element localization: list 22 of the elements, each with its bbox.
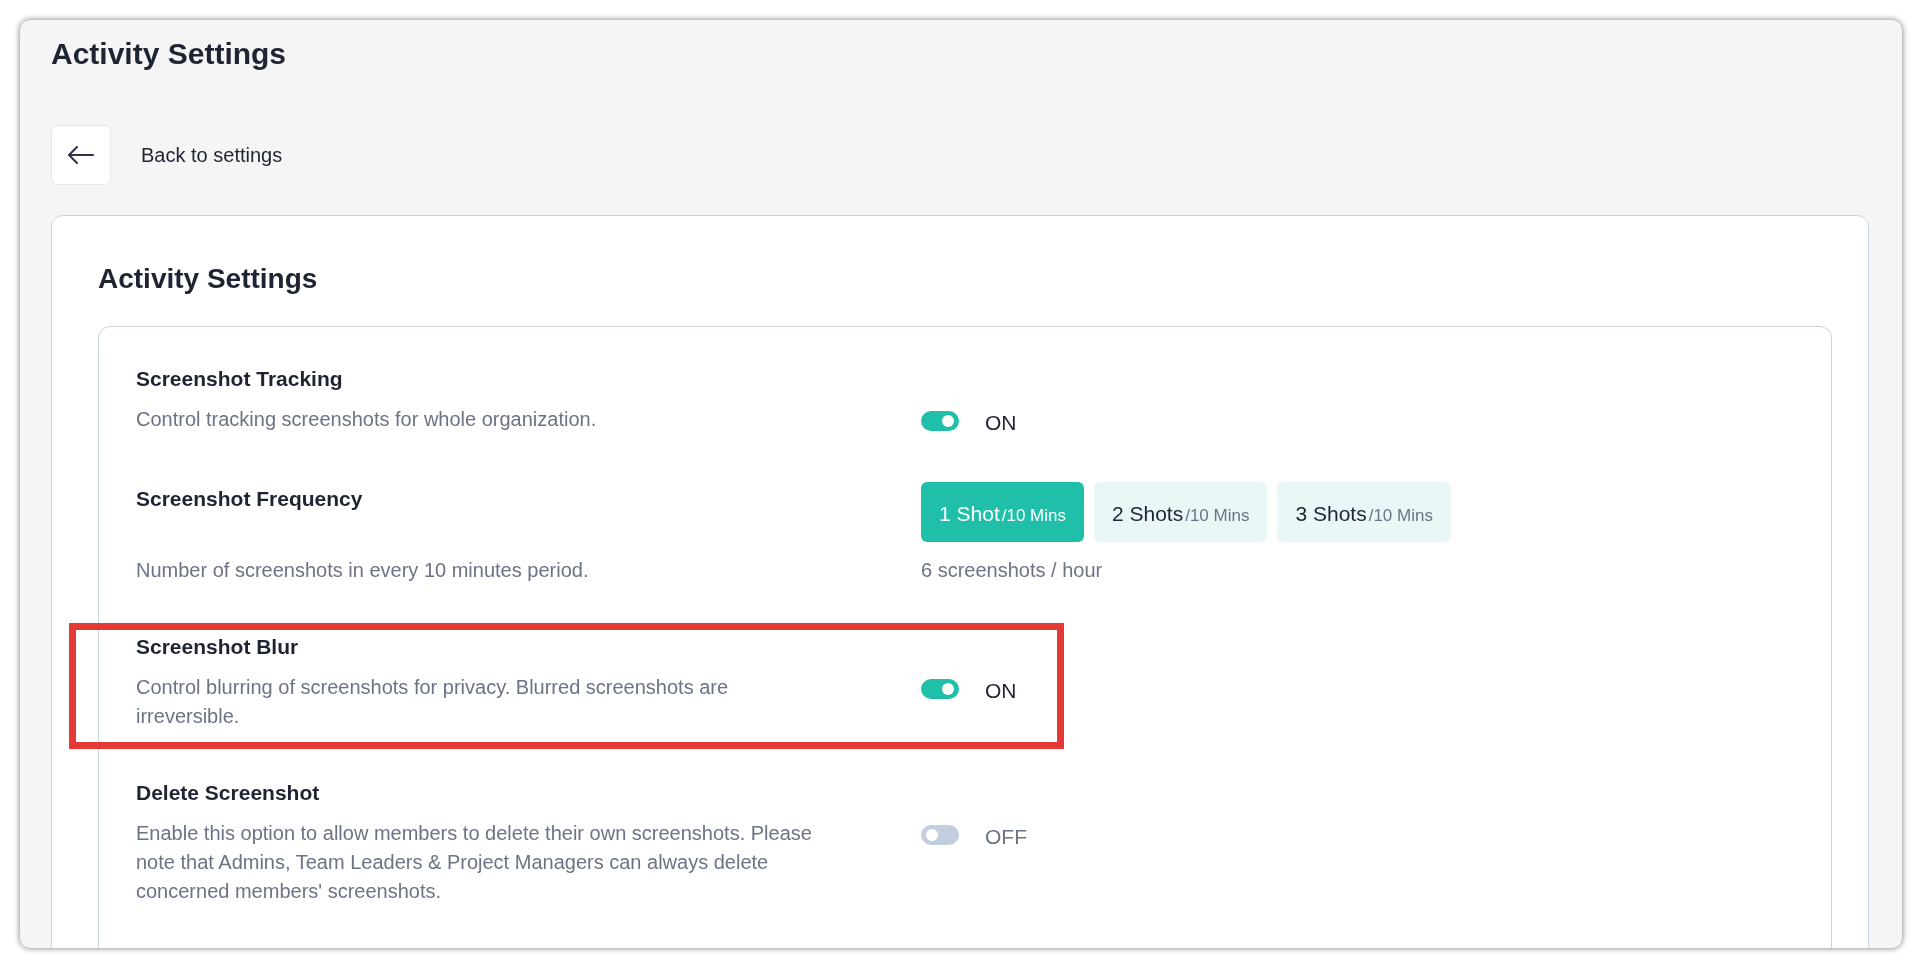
page-title: Activity Settings bbox=[51, 36, 288, 72]
card-title: Activity Settings bbox=[98, 262, 319, 296]
back-link[interactable]: Back to settings bbox=[141, 143, 283, 167]
frequency-option[interactable]: 3 Shots/10 Mins bbox=[1277, 482, 1451, 542]
setting-title: Screenshot Frequency bbox=[136, 487, 364, 512]
setting-title: Screenshot Tracking bbox=[136, 367, 344, 391]
toggle-state-label: OFF bbox=[985, 824, 1027, 850]
toggle-state-label: ON bbox=[985, 678, 1017, 704]
setting-description: Enable this option to allow members to delete their own screenshots. Please note that Admins, Team Leaders & Project Managers can always delete concerned members' screenshots. bbox=[136, 821, 813, 904]
toggle-state-label: ON bbox=[985, 410, 1017, 436]
setting-description: Control tracking screenshots for whole organization. bbox=[136, 407, 598, 432]
frequency-option[interactable]: 2 Shots/10 Mins bbox=[1093, 482, 1268, 542]
frequency-caption: 6 screenshots / hour bbox=[921, 558, 1104, 583]
toggle-switch[interactable] bbox=[921, 679, 959, 699]
toggle-switch[interactable] bbox=[921, 411, 959, 431]
setting-description: Control blurring of screenshots for privacy. Blurred screenshots are irreversible. bbox=[136, 675, 730, 729]
back-arrow-icon bbox=[68, 146, 94, 164]
toggle-switch[interactable] bbox=[921, 825, 959, 845]
back-button[interactable] bbox=[51, 125, 111, 185]
setting-title: Screenshot Blur bbox=[136, 635, 300, 659]
setting-description: Number of screenshots in every 10 minutes period. bbox=[136, 558, 590, 583]
setting-title: Delete Screenshot bbox=[136, 781, 321, 805]
